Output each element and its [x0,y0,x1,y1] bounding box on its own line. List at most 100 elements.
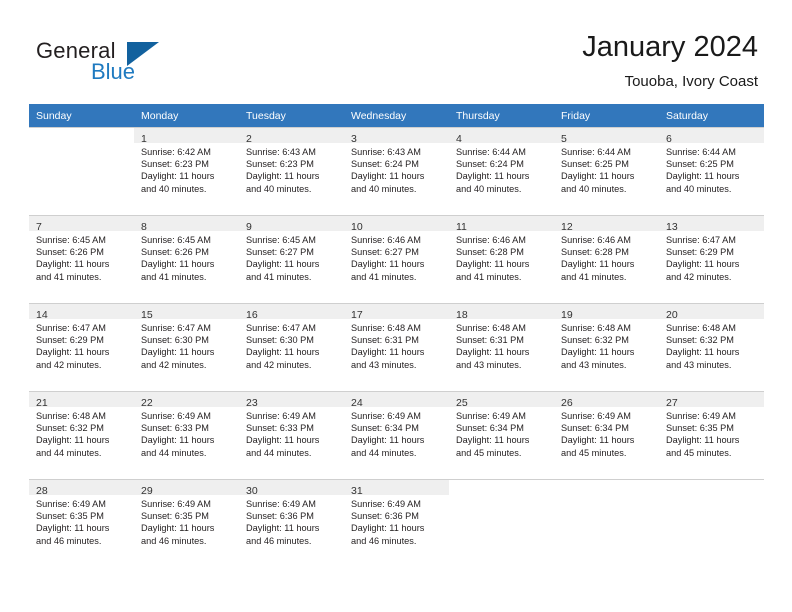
day-number-bar: 10 [344,216,449,233]
day-number-bar: 1 [134,128,239,145]
day-number: 24 [351,397,363,409]
daylight-text-line2: and 46 minutes. [351,535,417,546]
calendar-day-cell[interactable]: 2 Sunrise: 6:43 AM Sunset: 6:23 PM Daylight… [239,127,344,215]
calendar-day-cell[interactable]: 13 Sunrise: 6:47 AM Sunset: 6:29 PM Dayligh… [659,215,764,303]
sunrise-text: Sunrise: 6:47 AM [141,323,211,333]
daylight-text-line1: Daylight: 11 hours [561,259,635,270]
calendar-day-cell[interactable]: 29 Sunrise: 6:49 AM Sunset: 6:35 PM Dayligh… [134,479,239,567]
daylight-text-line1: Daylight: 11 hours [351,523,425,534]
calendar-day-cell[interactable]: 28 Sunrise: 6:49 AM Sunset: 6:35 PM Dayligh… [29,479,134,567]
day-details [29,143,134,146]
daylight-text-line2: and 41 minutes. [351,271,417,282]
day-number: 26 [561,397,573,409]
sunrise-text: Sunrise: 6:49 AM [351,411,421,421]
sunset-text: Sunset: 6:34 PM [456,423,524,434]
daylight-text-line2: and 45 minutes. [456,447,522,458]
calendar-day-cell[interactable]: 25 Sunrise: 6:49 AM Sunset: 6:34 PM Dayligh… [449,391,554,479]
day-number: 23 [246,397,258,409]
calendar-day-cell[interactable]: 10 Sunrise: 6:46 AM Sunset: 6:27 PM Dayligh… [344,215,449,303]
daylight-text-line1: Daylight: 11 hours [351,259,425,270]
sunset-text: Sunset: 6:34 PM [351,423,419,434]
daylight-text-line1: Daylight: 11 hours [351,171,425,182]
calendar-day-cell[interactable]: 5 Sunrise: 6:44 AM Sunset: 6:25 PM Daylight… [554,127,659,215]
day-details: Sunrise: 6:44 AM Sunset: 6:24 PM Daylight:… [449,143,554,195]
calendar-day-cell[interactable]: 8 Sunrise: 6:45 AM Sunset: 6:26 PM Daylight… [134,215,239,303]
calendar-day-cell[interactable]: 22 Sunrise: 6:49 AM Sunset: 6:33 PM Dayligh… [134,391,239,479]
page-title: January 2024 [582,31,758,63]
daylight-text-line2: and 40 minutes. [456,183,522,194]
day-details: Sunrise: 6:43 AM Sunset: 6:23 PM Daylight:… [239,143,344,195]
daylight-text-line2: and 40 minutes. [246,183,312,194]
weekday-header-thursday: Thursday [449,104,554,127]
sunset-text: Sunset: 6:34 PM [561,423,629,434]
daylight-text-line1: Daylight: 11 hours [246,523,320,534]
calendar-day-cell[interactable]: 20 Sunrise: 6:48 AM Sunset: 6:32 PM Dayligh… [659,303,764,391]
sunrise-text: Sunrise: 6:47 AM [246,323,316,333]
daylight-text-line2: and 42 minutes. [666,271,732,282]
calendar-day-cell[interactable]: 15 Sunrise: 6:47 AM Sunset: 6:30 PM Dayligh… [134,303,239,391]
calendar-day-cell[interactable]: 23 Sunrise: 6:49 AM Sunset: 6:33 PM Dayligh… [239,391,344,479]
calendar-day-cell[interactable]: 4 Sunrise: 6:44 AM Sunset: 6:24 PM Daylight… [449,127,554,215]
sunrise-text: Sunrise: 6:46 AM [561,235,631,245]
calendar-day-cell[interactable]: 31 Sunrise: 6:49 AM Sunset: 6:36 PM Dayligh… [344,479,449,567]
calendar-week-row: 7 Sunrise: 6:45 AM Sunset: 6:26 PM Daylight… [29,215,764,303]
day-number: 16 [246,309,258,321]
calendar-day-cell[interactable]: 12 Sunrise: 6:46 AM Sunset: 6:28 PM Dayligh… [554,215,659,303]
daylight-text-line1: Daylight: 11 hours [666,435,740,446]
daylight-text-line1: Daylight: 11 hours [246,171,320,182]
page-header: General Blue January 2024 Touoba, Ivory … [0,0,792,104]
day-number: 20 [666,309,678,321]
day-details: Sunrise: 6:44 AM Sunset: 6:25 PM Daylight:… [554,143,659,195]
calendar-day-cell[interactable]: 18 Sunrise: 6:48 AM Sunset: 6:31 PM Dayligh… [449,303,554,391]
sunset-text: Sunset: 6:24 PM [351,159,419,170]
calendar-day-cell[interactable]: 19 Sunrise: 6:48 AM Sunset: 6:32 PM Dayligh… [554,303,659,391]
sunrise-text: Sunrise: 6:49 AM [666,411,736,421]
calendar-day-cell[interactable]: 27 Sunrise: 6:49 AM Sunset: 6:35 PM Dayligh… [659,391,764,479]
calendar-day-cell[interactable]: 11 Sunrise: 6:46 AM Sunset: 6:28 PM Dayligh… [449,215,554,303]
day-number-bar: 13 [659,216,764,233]
sunset-text: Sunset: 6:28 PM [561,247,629,258]
sunset-text: Sunset: 6:25 PM [561,159,629,170]
calendar-day-cell[interactable]: 30 Sunrise: 6:49 AM Sunset: 6:36 PM Dayligh… [239,479,344,567]
day-number-bar: 24 [344,392,449,409]
day-details: Sunrise: 6:49 AM Sunset: 6:35 PM Daylight:… [659,407,764,459]
calendar-header-row: Sunday Monday Tuesday Wednesday Thursday Frid… [29,104,764,127]
calendar-day-cell[interactable]: 26 Sunrise: 6:49 AM Sunset: 6:34 PM Dayligh… [554,391,659,479]
daylight-text-line2: and 43 minutes. [351,359,417,370]
calendar-day-cell[interactable]: 7 Sunrise: 6:45 AM Sunset: 6:26 PM Daylight… [29,215,134,303]
calendar-day-cell[interactable]: 24 Sunrise: 6:49 AM Sunset: 6:34 PM Dayligh… [344,391,449,479]
daylight-text-line1: Daylight: 11 hours [141,523,215,534]
sunset-text: Sunset: 6:35 PM [141,511,209,522]
sunrise-text: Sunrise: 6:49 AM [141,411,211,421]
sunrise-text: Sunrise: 6:42 AM [141,147,211,157]
calendar-day-cell[interactable]: 1 Sunrise: 6:42 AM Sunset: 6:23 PM Daylight… [134,127,239,215]
calendar-day-cell[interactable]: 16 Sunrise: 6:47 AM Sunset: 6:30 PM Dayligh… [239,303,344,391]
page-subtitle: Touoba, Ivory Coast [624,73,758,90]
sunrise-text: Sunrise: 6:48 AM [351,323,421,333]
day-number: 31 [351,485,363,497]
calendar-day-cell[interactable]: 21 Sunrise: 6:48 AM Sunset: 6:32 PM Dayligh… [29,391,134,479]
day-number-bar: 4 [449,128,554,145]
day-number: 11 [456,221,467,233]
general-blue-logo[interactable]: General Blue [36,38,276,90]
daylight-text-line1: Daylight: 11 hours [456,259,530,270]
day-number: 5 [561,133,567,145]
daylight-text-line1: Daylight: 11 hours [351,435,425,446]
sunset-text: Sunset: 6:32 PM [561,335,629,346]
day-details: Sunrise: 6:49 AM Sunset: 6:34 PM Daylight:… [554,407,659,459]
sunrise-text: Sunrise: 6:49 AM [141,499,211,509]
day-number-bar: 9 [239,216,344,233]
daylight-text-line2: and 40 minutes. [666,183,732,194]
calendar-day-cell[interactable]: 9 Sunrise: 6:45 AM Sunset: 6:27 PM Daylight… [239,215,344,303]
day-number-bar [29,128,134,143]
daylight-text-line2: and 43 minutes. [666,359,732,370]
day-number: 22 [141,397,153,409]
calendar-day-cell[interactable]: 3 Sunrise: 6:43 AM Sunset: 6:24 PM Daylight… [344,127,449,215]
calendar-day-cell[interactable]: 6 Sunrise: 6:44 AM Sunset: 6:25 PM Daylight… [659,127,764,215]
day-number-bar: 8 [134,216,239,233]
daylight-text-line1: Daylight: 11 hours [351,347,425,358]
calendar-day-cell[interactable]: 17 Sunrise: 6:48 AM Sunset: 6:31 PM Dayligh… [344,303,449,391]
day-number: 8 [141,221,147,233]
calendar-day-cell[interactable]: 14 Sunrise: 6:47 AM Sunset: 6:29 PM Dayligh… [29,303,134,391]
sunrise-text: Sunrise: 6:48 AM [666,323,736,333]
